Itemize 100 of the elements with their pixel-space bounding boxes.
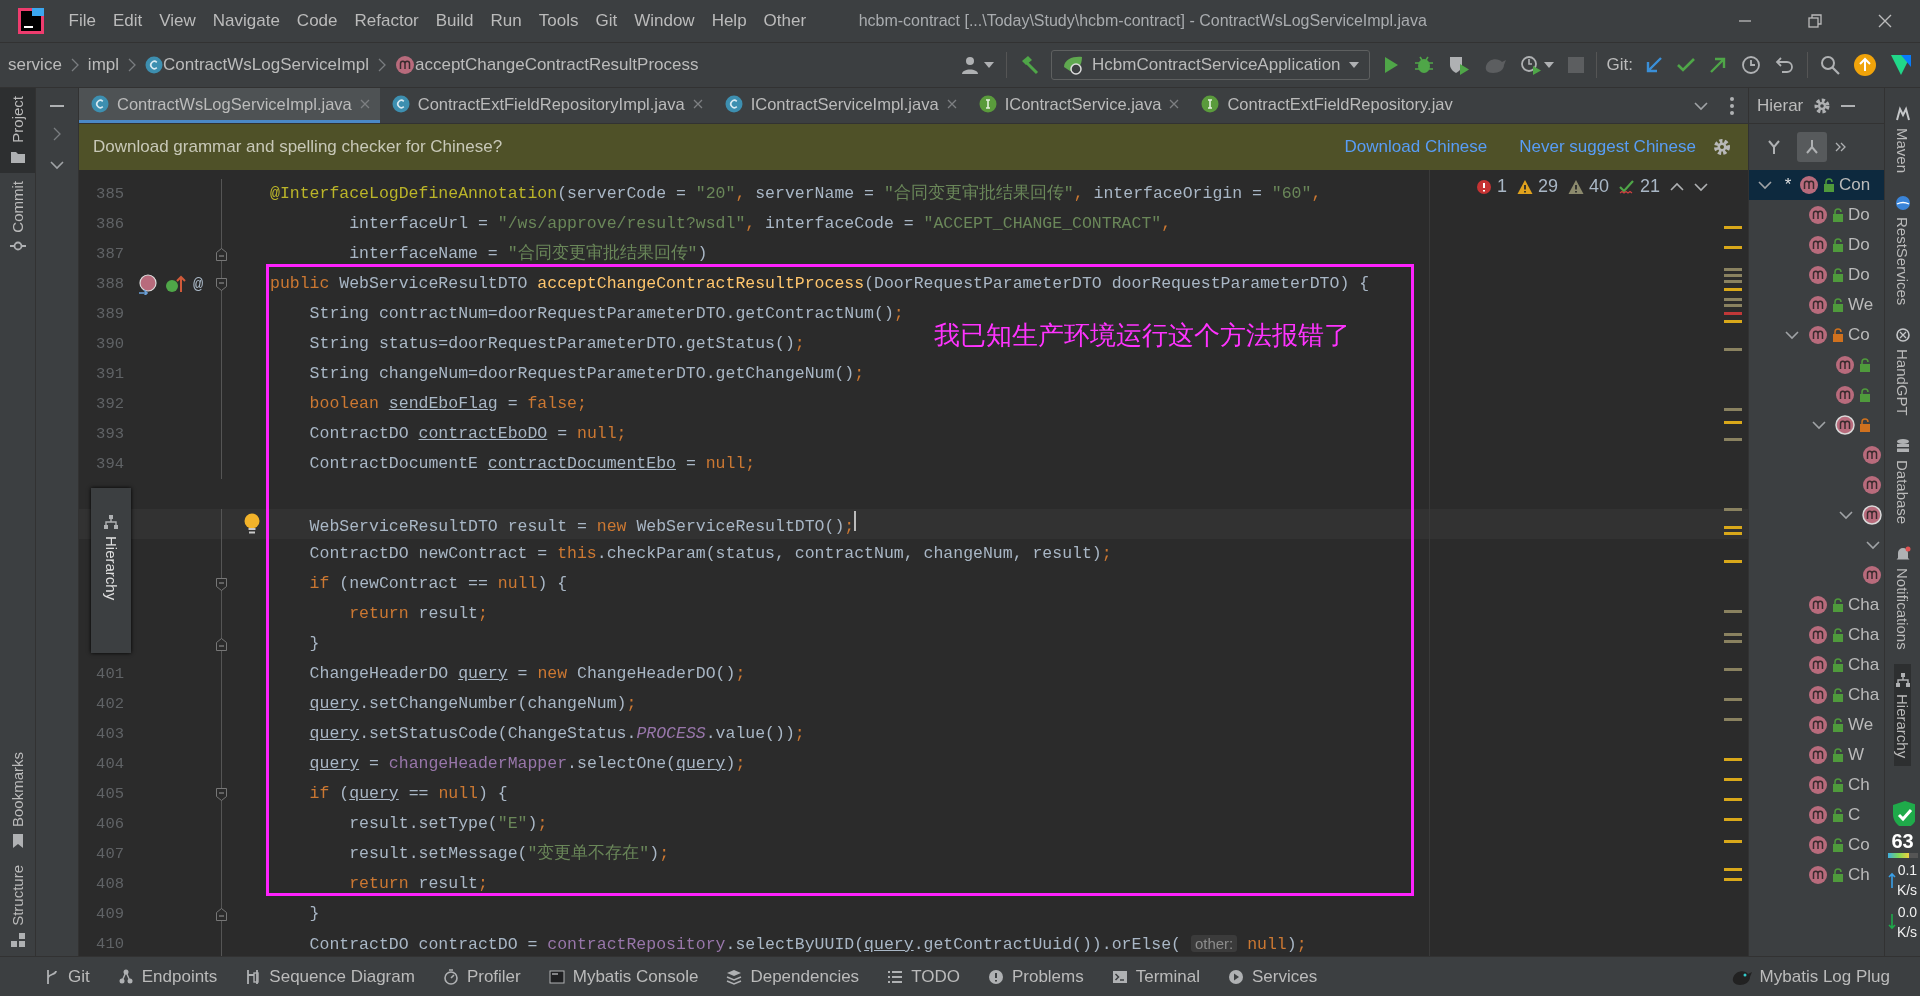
arrow-down-icon[interactable] [1694, 181, 1708, 192]
tool-window-button[interactable]: Terminal [1111, 966, 1200, 987]
tree-item[interactable]: Co [1749, 830, 1884, 860]
lightbulb-icon[interactable] [244, 513, 260, 535]
arrow-up-icon[interactable] [1670, 181, 1684, 192]
tree-item[interactable]: Co [1749, 320, 1884, 350]
more-icon[interactable] [1730, 96, 1734, 115]
menu-item[interactable]: Code [288, 11, 346, 31]
search-button[interactable] [1818, 53, 1842, 77]
notification-link[interactable]: Download Chinese [1344, 137, 1488, 157]
annotation-marker[interactable]: @ [193, 274, 204, 294]
tool-window-button[interactable]: Endpoints [117, 966, 218, 987]
tree-item[interactable]: Do [1749, 230, 1884, 260]
settings-icon[interactable] [1712, 137, 1732, 157]
fold-icon[interactable] [216, 247, 227, 261]
tree-item[interactable]: Do [1749, 200, 1884, 230]
tool-window-button[interactable]: Notifications [1894, 538, 1911, 658]
tool-window-button[interactable]: Structure [0, 857, 35, 956]
spring-boot-icon [1062, 55, 1085, 75]
tree-item[interactable]: Ch [1749, 770, 1884, 800]
editor-tab[interactable]: ContractExtFieldRepositoryImpl.java [379, 88, 713, 123]
close-icon[interactable] [692, 99, 703, 109]
tree-item[interactable]: We [1749, 290, 1884, 320]
fold-icon[interactable] [216, 637, 227, 651]
menu-item[interactable]: File [60, 11, 105, 31]
user-button[interactable] [960, 54, 997, 76]
tree-item[interactable]: Ch [1749, 860, 1884, 890]
tree-item[interactable]: Cha [1749, 620, 1884, 650]
menu-item[interactable]: Help [703, 11, 756, 31]
breadcrumb[interactable]: acceptChangeContractResultProcess [415, 55, 699, 75]
fold-icon[interactable] [216, 577, 227, 591]
tool-window-button[interactable]: Git [44, 966, 90, 987]
tool-window-button[interactable]: Maven [1894, 98, 1911, 182]
fold-icon[interactable] [216, 907, 227, 921]
inspection-counter[interactable]: 40 [1567, 176, 1609, 197]
tool-window-button[interactable]: TODO [887, 966, 960, 987]
menu-item[interactable]: Navigate [204, 11, 289, 31]
editor-tab[interactable]: ContractExtFieldRepository.jav [1189, 88, 1463, 123]
editor-tab[interactable]: ContractWsLogServiceImpl.java [79, 88, 380, 123]
tree-item[interactable]: * Con [1749, 170, 1884, 200]
tree-item[interactable]: W [1749, 740, 1884, 770]
plugin-tool-button[interactable]: Mybatis Log Plug [1731, 966, 1890, 987]
code-line: WebServiceResultDTO result = new WebServiceResultDTO(); [270, 510, 857, 538]
bird-icon [1483, 56, 1506, 74]
tool-window-button[interactable]: Mybatis Console [548, 966, 699, 987]
line-number: 388 [96, 275, 124, 293]
settings-icon[interactable] [1813, 96, 1832, 115]
tool-window-button[interactable]: Services [1228, 966, 1318, 987]
tool-window-button[interactable]: HandGPT [1894, 319, 1911, 425]
tool-window-button[interactable]: Dependencies [726, 966, 860, 987]
tree-item[interactable]: Cha [1749, 590, 1884, 620]
tool-window-button[interactable]: Bookmarks [0, 744, 35, 858]
tool-window-button[interactable]: Sequence Diagram [245, 966, 415, 987]
tree-item[interactable]: Cha [1749, 650, 1884, 680]
inspection-counter[interactable]: 29 [1516, 176, 1558, 197]
tool-window-button[interactable]: RestServices [1894, 187, 1911, 314]
tool-window-button[interactable]: Problems [987, 966, 1084, 987]
history-button[interactable] [1739, 53, 1763, 77]
tool-window-button[interactable]: Profiler [442, 966, 521, 987]
tree-item[interactable]: We [1749, 710, 1884, 740]
callee-hierarchy-button[interactable] [1797, 132, 1827, 162]
menu-item[interactable]: Git [586, 11, 626, 31]
ide-update-button[interactable] [1852, 52, 1878, 78]
close-icon[interactable] [359, 99, 370, 109]
menu-item[interactable]: Edit [104, 11, 151, 31]
menu-item[interactable]: Tools [530, 11, 587, 31]
tool-window-button[interactable]: Database [1894, 430, 1911, 533]
hierarchy-popup[interactable]: Hierarchy [91, 488, 131, 653]
tool-window-button[interactable]: Project [0, 88, 35, 173]
inspection-counter[interactable]: 1 [1475, 176, 1507, 197]
menu-item[interactable]: Other [755, 11, 815, 31]
breadcrumb[interactable]: service [8, 55, 62, 75]
chevron-down-icon[interactable] [1694, 100, 1708, 111]
editor-tab[interactable]: IContractServiceImpl.java [712, 88, 967, 123]
minimize-icon[interactable] [1841, 103, 1856, 108]
menu-item[interactable]: Run [482, 11, 531, 31]
tool-window-button[interactable]: Hierarchy [1894, 664, 1911, 767]
menu-item[interactable]: Refactor [346, 11, 428, 31]
notification-link[interactable]: Never suggest Chinese [1519, 137, 1696, 157]
menu-item[interactable]: Window [625, 11, 704, 31]
tree-item[interactable]: Cha [1749, 680, 1884, 710]
run-configuration-dropdown[interactable]: HcbmContractServiceApplication [1051, 50, 1370, 80]
breadcrumb[interactable]: ContractWsLogServiceImpl [163, 55, 369, 75]
close-icon[interactable] [1169, 99, 1180, 109]
breadcrumb[interactable]: impl [87, 55, 120, 75]
menu-item[interactable]: Build [427, 11, 483, 31]
editor-tab[interactable]: IContractService.java [966, 88, 1190, 123]
fold-icon[interactable] [216, 787, 227, 801]
inspection-counter[interactable]: 21 [1618, 176, 1660, 197]
double-chevron-icon[interactable] [1835, 142, 1847, 152]
tool-window-button[interactable]: Commit [0, 172, 35, 263]
menu-item[interactable]: View [150, 11, 205, 31]
chevron-down-icon [50, 160, 64, 170]
method-icon [1835, 355, 1855, 375]
tree-item[interactable]: Do [1749, 260, 1884, 290]
tree-item[interactable]: C [1749, 800, 1884, 830]
close-icon[interactable] [946, 99, 957, 109]
code-line: ContractDocumentE contractDocumentEbo = null; [308, 453, 756, 475]
fold-icon[interactable] [216, 277, 227, 291]
interface-icon [1201, 95, 1220, 113]
